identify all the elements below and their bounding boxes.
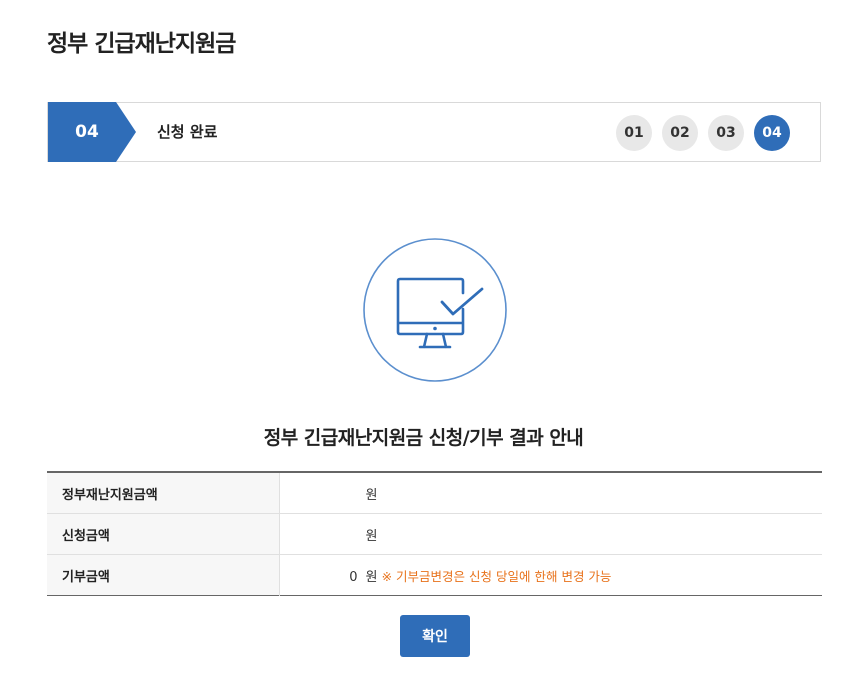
current-step-badge: 04 — [48, 102, 138, 162]
current-step-number: 04 — [75, 122, 99, 142]
row-value: 0원 ※ 기부금변경은 신청 당일에 한해 변경 가능 — [279, 555, 822, 596]
amount-unit: 원 — [365, 569, 378, 585]
page-title: 정부 긴급재난지원금 — [47, 31, 236, 57]
step-indicator-01: 01 — [616, 115, 652, 151]
current-step-title: 신청 완료 — [157, 123, 218, 141]
amount-unit: 원 — [365, 528, 378, 544]
row-value: 원 — [279, 513, 822, 555]
row-label: 기부금액 — [47, 554, 280, 596]
table-row: 기부금액 0원 ※ 기부금변경은 신청 당일에 한해 변경 가능 — [47, 554, 822, 596]
step-progress-bar: 04 신청 완료 01 02 03 04 — [47, 102, 821, 162]
row-value: 원 — [279, 472, 822, 514]
amount-unit: 원 — [365, 487, 378, 503]
row-label: 신청금액 — [47, 513, 280, 555]
table-row: 신청금액 원 — [47, 513, 822, 555]
step-indicator-04: 04 — [754, 115, 790, 151]
result-table: 정부재난지원금액 원 신청금액 원 기부금액 0원 ※ 기부금변경은 신청 당일… — [47, 471, 822, 596]
table-row: 정부재난지원금액 원 — [47, 472, 822, 514]
amount-value: 0 — [349, 569, 358, 585]
result-title: 정부 긴급재난지원금 신청/기부 결과 안내 — [263, 427, 584, 449]
step-indicators: 01 02 03 04 — [616, 115, 790, 151]
step-indicator-03: 03 — [708, 115, 744, 151]
row-label: 정부재난지원금액 — [47, 472, 280, 514]
monitor-check-icon — [362, 237, 508, 383]
confirm-button[interactable]: 확인 — [400, 615, 470, 657]
step-indicator-02: 02 — [662, 115, 698, 151]
donation-change-note: ※ 기부금변경은 신청 당일에 한해 변경 가능 — [381, 568, 612, 584]
